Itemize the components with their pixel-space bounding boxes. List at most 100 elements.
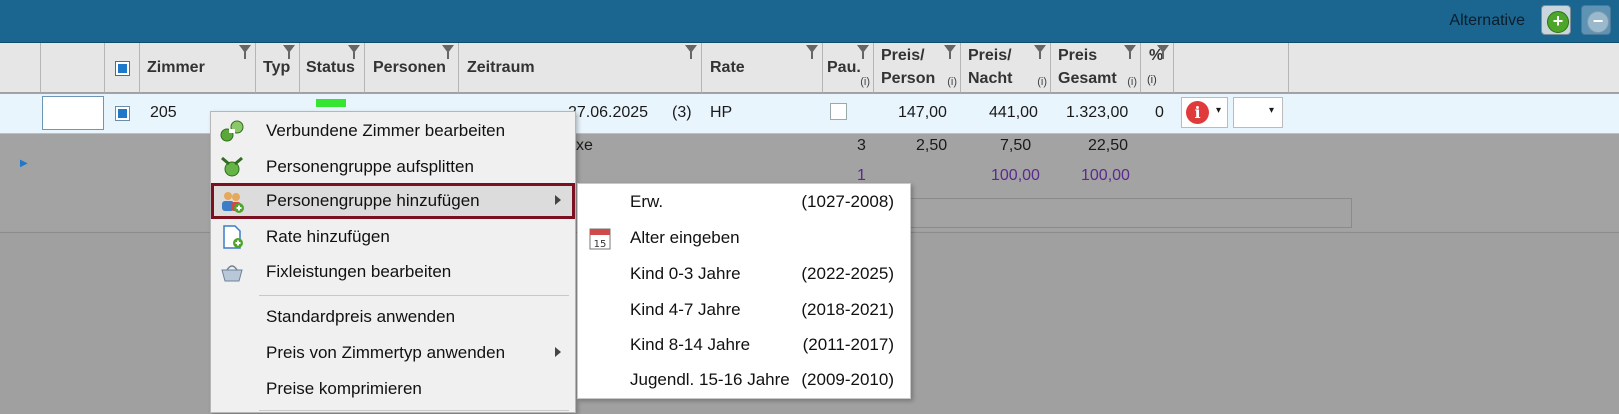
- header-filler: [1289, 43, 1619, 93]
- cell-preis-nacht: 441,00: [989, 104, 1038, 121]
- select-all-checkbox[interactable]: [115, 61, 130, 76]
- cell-prozent: 0: [1155, 104, 1164, 121]
- link-rooms-icon: [220, 120, 244, 142]
- header-zeitraum-label: Zeitraum: [467, 59, 535, 76]
- submenu-item-label: Alter eingeben: [630, 228, 740, 247]
- split-group-icon: [221, 156, 243, 177]
- header-blank: [41, 43, 105, 93]
- info-marker: (i): [1037, 76, 1047, 88]
- submenu-arrow-icon: [555, 347, 561, 357]
- menu-separator: [259, 295, 569, 296]
- cell-zeitraum-end: 27.06.2025: [568, 104, 649, 121]
- subrow-input-box[interactable]: [900, 198, 1352, 228]
- header-zimmer-label: Zimmer: [147, 59, 205, 76]
- filter-icon[interactable]: [806, 45, 818, 59]
- submenu-item-label: Kind 4-7 Jahre: [630, 300, 741, 319]
- submenu-item-kind-0-3[interactable]: Kind 0-3 Jahre (2022-2025): [578, 256, 910, 292]
- info-marker: (i): [1147, 74, 1157, 86]
- submenu-arrow-icon: [555, 195, 561, 205]
- filter-icon[interactable]: [239, 45, 251, 59]
- filter-icon[interactable]: [1157, 45, 1169, 59]
- menu-separator: [259, 410, 569, 411]
- header-rate[interactable]: Rate: [702, 43, 823, 93]
- menu-item-fixleistungen[interactable]: Fixleistungen bearbeiten: [211, 254, 575, 290]
- filter-icon[interactable]: [1034, 45, 1046, 59]
- header-actions: [1174, 43, 1289, 93]
- menu-item-verbundene-zimmer[interactable]: Verbundene Zimmer bearbeiten: [211, 113, 575, 149]
- menu-item-preis-zimmertyp[interactable]: Preis von Zimmertyp anwenden: [211, 335, 575, 371]
- menu-item-label: Preise komprimieren: [266, 379, 422, 398]
- info-dropdown[interactable]: i ▾: [1181, 97, 1228, 128]
- subrow-qty: 3: [857, 137, 866, 154]
- filter-icon[interactable]: [442, 45, 454, 59]
- header-preis-nacht-line2: Nacht: [968, 70, 1013, 87]
- submenu-item-years: (2022-2025): [801, 264, 894, 283]
- basket-icon: [221, 265, 243, 282]
- menu-item-personengruppe-aufsplitten[interactable]: Personengruppe aufsplitten: [211, 149, 575, 185]
- option-dropdown[interactable]: ▾: [1233, 97, 1283, 128]
- subrow-person: 2,50: [916, 137, 948, 154]
- subrow-gesamt: 100,00: [1081, 167, 1130, 184]
- header-rate-label: Rate: [710, 59, 745, 76]
- submenu-item-kind-8-14[interactable]: Kind 8-14 Jahre (2011-2017): [578, 327, 910, 363]
- submenu-item-label: Kind 8-14 Jahre: [630, 335, 751, 354]
- filter-icon[interactable]: [1124, 45, 1136, 59]
- header-preis-person-line1: Preis/: [881, 47, 925, 64]
- submenu-item-jugendl-15-16[interactable]: Jugendl. 15-16 Jahre (2009-2010): [578, 362, 910, 398]
- calendar-icon: 15: [589, 228, 611, 250]
- row-edit-cell[interactable]: [42, 96, 104, 130]
- toolbar: Alternative + −: [0, 0, 1619, 43]
- filter-icon[interactable]: [685, 45, 697, 59]
- status-indicator: [316, 99, 346, 107]
- submenu-item-years: (2009-2010): [801, 370, 894, 389]
- menu-item-label: Standardpreis anwenden: [266, 307, 456, 326]
- filter-icon[interactable]: [944, 45, 956, 59]
- pauschal-checkbox[interactable]: [830, 103, 847, 120]
- header-status-label: Status: [306, 59, 355, 76]
- submenu-item-years: (1027-2008): [801, 192, 894, 211]
- subrow-text: xe: [576, 137, 593, 154]
- header-preis-gesamt[interactable]: Preis Gesamt (i): [1051, 43, 1141, 93]
- header-personen[interactable]: Personen: [365, 43, 459, 93]
- header-pau-label: Pau.: [827, 59, 861, 76]
- plus-icon: +: [1547, 11, 1569, 33]
- submenu-item-label: Kind 0-3 Jahre: [630, 264, 741, 283]
- header-preis-nacht-line1: Preis/: [968, 47, 1012, 64]
- submenu-item-alter-eingeben[interactable]: 15 Alter eingeben: [578, 220, 910, 256]
- header-preis-nacht[interactable]: Preis/ Nacht (i): [961, 43, 1051, 93]
- submenu-item-label: Erw.: [630, 192, 664, 211]
- context-menu: Verbundene Zimmer bearbeiten Personengru…: [210, 111, 576, 413]
- submenu-item-erw[interactable]: Erw. (1027-2008): [578, 184, 910, 220]
- add-alternative-button[interactable]: +: [1541, 5, 1571, 35]
- header-preis-gesamt-line1: Preis: [1058, 47, 1098, 64]
- cell-preis-gesamt: 1.323,00: [1066, 104, 1129, 121]
- row-checkbox[interactable]: [115, 106, 130, 121]
- header-pau[interactable]: Pau. (i): [823, 43, 874, 93]
- menu-item-preise-komprimieren[interactable]: Preise komprimieren: [211, 371, 575, 407]
- filter-icon[interactable]: [348, 45, 360, 59]
- submenu-item-kind-4-7[interactable]: Kind 4-7 Jahre (2018-2021): [578, 292, 910, 328]
- remove-alternative-button[interactable]: −: [1581, 5, 1611, 35]
- header-zeitraum[interactable]: Zeitraum: [459, 43, 702, 93]
- header-preis-gesamt-line2: Gesamt: [1058, 70, 1117, 87]
- header-typ[interactable]: Typ: [256, 43, 300, 93]
- header-preis-person[interactable]: Preis/ Person (i): [874, 43, 961, 93]
- menu-item-personengruppe-hinzufuegen[interactable]: Personengruppe hinzufügen: [211, 183, 575, 219]
- cell-preis-person: 147,00: [898, 104, 947, 121]
- cell-rate: HP: [710, 104, 733, 121]
- header-prozent[interactable]: % (i): [1141, 43, 1174, 93]
- header-personen-label: Personen: [373, 59, 446, 76]
- header-zimmer[interactable]: Zimmer: [140, 43, 256, 93]
- subrow-nacht: 7,50: [1000, 137, 1032, 154]
- header-status[interactable]: Status: [300, 43, 365, 93]
- calendar-day-text: 15: [594, 239, 607, 250]
- filter-icon[interactable]: [283, 45, 295, 59]
- menu-item-rate-hinzufuegen[interactable]: Rate hinzufügen: [211, 219, 575, 255]
- row-expand-arrow-icon[interactable]: ▶: [20, 158, 28, 169]
- menu-item-label: Personengruppe aufsplitten: [266, 157, 474, 176]
- menu-item-standardpreis[interactable]: Standardpreis anwenden: [211, 299, 575, 335]
- submenu-item-label: Jugendl. 15-16 Jahre: [630, 370, 790, 389]
- header-row-indicator: [0, 43, 41, 93]
- filter-icon[interactable]: [857, 45, 869, 59]
- cell-nights: (3): [672, 104, 692, 121]
